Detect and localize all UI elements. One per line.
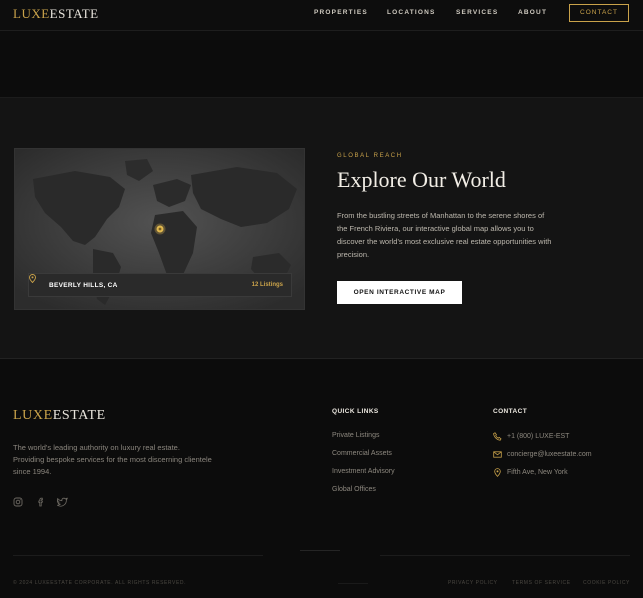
nav-link-services[interactable]: SERVICES [456,9,498,16]
quick-link-commercial-assets[interactable]: Commercial Assets [332,450,392,457]
map-pin-icon [494,468,501,477]
footer-logo[interactable]: LUXEESTATE [13,408,106,424]
contact-title: CONTACT [493,408,528,415]
section-headline: Explore Our World [337,167,506,192]
open-interactive-map-button[interactable]: OPEN INTERACTIVE MAP [337,281,462,304]
footer-logo-part2: ESTATE [52,408,106,423]
copyright-text: © 2024 LUXEESTATE CORPORATE. ALL RIGHTS … [13,580,187,586]
world-map[interactable]: BEVERLY HILLS, CA 12 Listings [14,148,305,310]
facebook-icon[interactable] [36,497,46,507]
quick-link-private-listings[interactable]: Private Listings [332,432,379,439]
location-card[interactable]: BEVERLY HILLS, CA 12 Listings [28,273,292,297]
nav-links: PROPERTIES LOCATIONS SERVICES ABOUT [0,9,643,21]
contact-phone-text: +1 (800) LUXE-EST [507,433,570,440]
instagram-icon[interactable] [13,497,23,507]
quick-links-title: QUICK LINKS [332,408,379,415]
footer-divider-center [300,550,340,551]
contact-button[interactable]: CONTACT [569,4,629,22]
footer-logo-part1: LUXE [13,408,53,423]
global-reach-section: BEVERLY HILLS, CA 12 Listings GLOBAL REA… [0,97,643,359]
contact-phone[interactable]: +1 (800) LUXE-EST [493,432,623,442]
nav-link-properties[interactable]: PROPERTIES [314,9,368,16]
footer-divider-right [380,555,630,556]
cookie-policy-link[interactable]: COOKIE POLICY [583,580,630,586]
nav-link-about[interactable]: ABOUT [518,9,547,16]
contact-address[interactable]: Fifth Ave, New York [493,468,623,478]
social-links [13,497,73,507]
section-eyebrow: GLOBAL REACH [337,153,403,159]
location-listing-count: 12 Listings [251,282,283,288]
footer-divider-left [13,555,263,556]
section-description: From the bustling streets of Manhattan t… [337,211,552,259]
nav-link-locations[interactable]: LOCATIONS [387,9,436,16]
twitter-icon[interactable] [57,497,68,507]
footer-description: The world's leading authority on luxury … [13,443,212,476]
location-name: BEVERLY HILLS, CA [49,282,118,289]
top-navigation: LUXEESTATE PROPERTIES LOCATIONS SERVICES… [0,0,643,31]
mail-icon [493,451,502,458]
contact-email-text: concierge@luxeestate.com [507,451,592,458]
quick-link-global-offices[interactable]: Global Offices [332,486,376,493]
quick-link-investment-advisory[interactable]: Investment Advisory [332,468,395,475]
terms-of-service-link[interactable]: TERMS OF SERVICE [512,580,571,586]
contact-email[interactable]: concierge@luxeestate.com [493,450,623,460]
privacy-policy-link[interactable]: PRIVACY POLICY [448,580,498,586]
contact-address-text: Fifth Ave, New York [507,469,568,476]
map-pin-icon [29,274,36,283]
phone-icon [493,432,502,441]
footer-bottom-mark [338,583,368,584]
